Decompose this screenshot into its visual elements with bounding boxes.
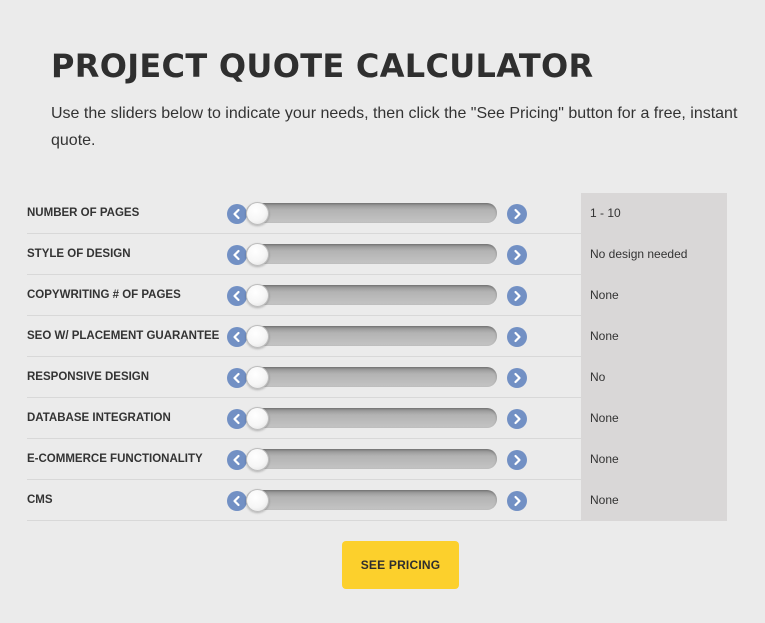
- slider-thumb[interactable]: [246, 202, 269, 225]
- row-value: No: [590, 370, 606, 384]
- calculator-row-responsive-design: RESPONSIVE DESIGN No: [27, 357, 727, 398]
- chevron-left-icon: [233, 372, 240, 384]
- increase-button[interactable]: [507, 409, 527, 429]
- see-pricing-button[interactable]: SEE PRICING: [342, 541, 459, 589]
- slider-thumb[interactable]: [246, 325, 269, 348]
- calculator-row-seo: SEO W/ PLACEMENT GUARANTEE None: [27, 316, 727, 357]
- row-value: 1 - 10: [590, 206, 621, 220]
- chevron-right-icon: [514, 208, 521, 220]
- quote-calculator: NUMBER OF PAGES 1 - 10 STYLE OF DESIGN N…: [27, 193, 727, 521]
- row-label: SEO W/ PLACEMENT GUARANTEE: [27, 330, 220, 342]
- slider-track[interactable]: [246, 449, 497, 469]
- chevron-left-icon: [233, 208, 240, 220]
- chevron-right-icon: [514, 495, 521, 507]
- calculator-row-ecommerce: E-COMMERCE FUNCTIONALITY None: [27, 439, 727, 480]
- chevron-left-icon: [233, 454, 240, 466]
- increase-button[interactable]: [507, 245, 527, 265]
- slider-track[interactable]: [246, 326, 497, 346]
- row-label: CMS: [27, 494, 53, 506]
- slider-track[interactable]: [246, 285, 497, 305]
- chevron-left-icon: [233, 495, 240, 507]
- slider-track[interactable]: [246, 203, 497, 223]
- decrease-button[interactable]: [227, 491, 247, 511]
- decrease-button[interactable]: [227, 204, 247, 224]
- calculator-row-style-of-design: STYLE OF DESIGN No design needed: [27, 234, 727, 275]
- row-value: None: [590, 493, 619, 507]
- chevron-right-icon: [514, 331, 521, 343]
- chevron-right-icon: [514, 413, 521, 425]
- slider-thumb[interactable]: [246, 448, 269, 471]
- increase-button[interactable]: [507, 204, 527, 224]
- row-value: None: [590, 329, 619, 343]
- calculator-row-copywriting: COPYWRITING # OF PAGES None: [27, 275, 727, 316]
- decrease-button[interactable]: [227, 327, 247, 347]
- calculator-row-database-integration: DATABASE INTEGRATION None: [27, 398, 727, 439]
- increase-button[interactable]: [507, 368, 527, 388]
- slider-thumb[interactable]: [246, 284, 269, 307]
- decrease-button[interactable]: [227, 450, 247, 470]
- slider-track[interactable]: [246, 367, 497, 387]
- increase-button[interactable]: [507, 450, 527, 470]
- row-label: COPYWRITING # OF PAGES: [27, 289, 181, 301]
- slider-track[interactable]: [246, 408, 497, 428]
- row-label: E-COMMERCE FUNCTIONALITY: [27, 453, 203, 465]
- row-label: RESPONSIVE DESIGN: [27, 371, 150, 383]
- row-value: None: [590, 288, 619, 302]
- page-subtitle: Use the sliders below to indicate your n…: [51, 105, 738, 149]
- decrease-button[interactable]: [227, 245, 247, 265]
- row-value: None: [590, 411, 619, 425]
- slider-track[interactable]: [246, 490, 497, 510]
- decrease-button[interactable]: [227, 368, 247, 388]
- row-label: DATABASE INTEGRATION: [27, 412, 171, 424]
- row-value: None: [590, 452, 619, 466]
- page-title: PROJECT QUOTE CALCULATOR: [51, 47, 594, 85]
- chevron-right-icon: [514, 372, 521, 384]
- slider-thumb[interactable]: [246, 243, 269, 266]
- calculator-row-number-of-pages: NUMBER OF PAGES 1 - 10: [27, 193, 727, 234]
- chevron-right-icon: [514, 290, 521, 302]
- chevron-left-icon: [233, 290, 240, 302]
- chevron-right-icon: [514, 249, 521, 261]
- slider-thumb[interactable]: [246, 489, 269, 512]
- slider-thumb[interactable]: [246, 407, 269, 430]
- decrease-button[interactable]: [227, 286, 247, 306]
- chevron-left-icon: [233, 331, 240, 343]
- row-label: NUMBER OF PAGES: [27, 207, 140, 219]
- row-divider: [27, 520, 581, 521]
- calculator-row-cms: CMS None: [27, 480, 727, 521]
- row-label: STYLE OF DESIGN: [27, 248, 131, 260]
- increase-button[interactable]: [507, 491, 527, 511]
- slider-thumb[interactable]: [246, 366, 269, 389]
- increase-button[interactable]: [507, 327, 527, 347]
- chevron-right-icon: [514, 454, 521, 466]
- chevron-left-icon: [233, 413, 240, 425]
- slider-track[interactable]: [246, 244, 497, 264]
- chevron-left-icon: [233, 249, 240, 261]
- increase-button[interactable]: [507, 286, 527, 306]
- decrease-button[interactable]: [227, 409, 247, 429]
- row-value: No design needed: [590, 247, 688, 261]
